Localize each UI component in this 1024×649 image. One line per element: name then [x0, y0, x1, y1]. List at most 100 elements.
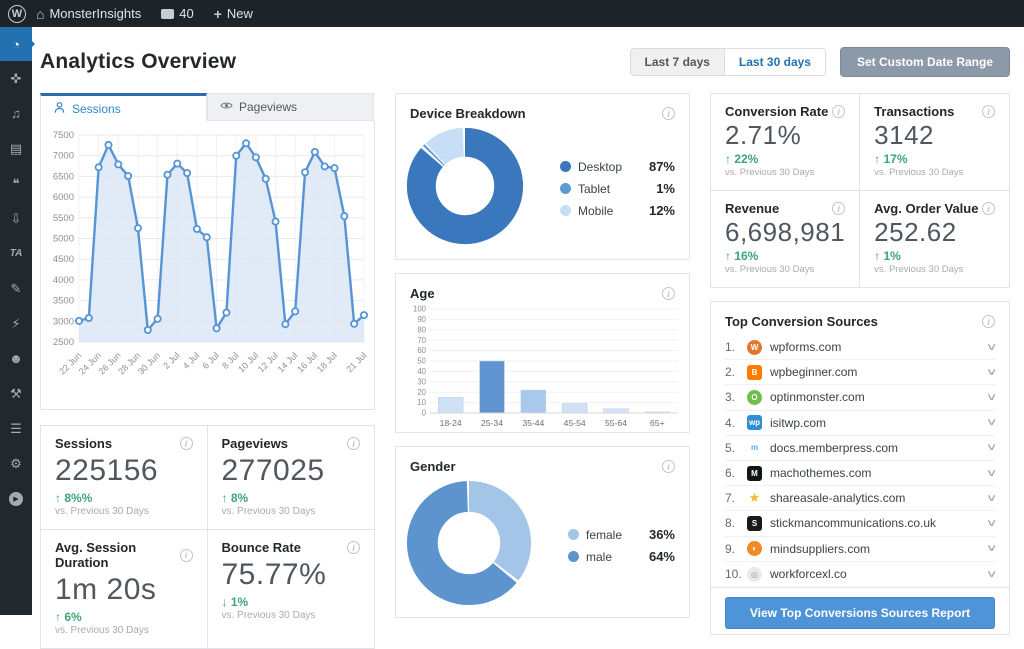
sidebar-item-ta[interactable]: TA: [0, 236, 32, 271]
chevron-down-icon[interactable]: ∨: [985, 468, 997, 479]
legend-item-male: male64%: [568, 549, 675, 564]
info-icon[interactable]: i: [982, 105, 995, 118]
sidebar-item-comments[interactable]: ❝: [0, 166, 32, 201]
chevron-down-icon[interactable]: ∨: [985, 493, 997, 504]
source-rank: 7.: [725, 491, 747, 505]
mindsuppliers-favicon: ◐: [747, 541, 762, 556]
chevron-down-icon[interactable]: ∨: [985, 392, 997, 403]
site-stats-grid: Sessionsi225156↑ 8%%vs. Previous 30 Days…: [40, 425, 375, 649]
legend-dot: [568, 551, 579, 562]
source-row[interactable]: 2.Bwpbeginner.com∨: [725, 360, 995, 385]
source-row[interactable]: 1.Wwpforms.com∨: [725, 335, 995, 360]
eye-icon: [220, 99, 233, 115]
sidebar-item-addons[interactable]: ⚙: [0, 446, 32, 481]
svg-text:18 Jul: 18 Jul: [315, 350, 339, 374]
info-icon[interactable]: i: [662, 107, 675, 120]
source-row[interactable]: 4.wpisitwp.com∨: [725, 411, 995, 436]
chevron-down-icon[interactable]: ∨: [985, 342, 997, 353]
stat-value: 252.62: [874, 217, 995, 248]
source-rank: 4.: [725, 416, 747, 430]
site-label: MonsterInsights: [49, 6, 141, 21]
info-icon[interactable]: i: [662, 460, 675, 473]
age-title: Age: [410, 286, 435, 301]
info-icon[interactable]: i: [662, 287, 675, 300]
source-row[interactable]: 5.mdocs.memberpress.com∨: [725, 436, 995, 461]
svg-text:10 Jul: 10 Jul: [236, 350, 260, 374]
sidebar-item-pages[interactable]: ▤: [0, 131, 32, 166]
admin-bar-site[interactable]: ⌂ MonsterInsights: [26, 0, 151, 27]
tab-pageviews[interactable]: Pageviews: [207, 93, 374, 121]
info-icon[interactable]: i: [180, 437, 193, 450]
tab-sessions[interactable]: Sessions: [40, 93, 207, 121]
sidebar-item-plugins[interactable]: ⚡: [0, 306, 32, 341]
users-icon: ☻: [9, 351, 23, 366]
wpforms-favicon: W: [747, 340, 762, 355]
chevron-down-icon[interactable]: ∨: [985, 569, 997, 580]
sidebar-item-users[interactable]: ☻: [0, 341, 32, 376]
svg-text:60: 60: [417, 346, 426, 355]
source-rank: 6.: [725, 466, 747, 480]
info-icon[interactable]: i: [347, 541, 360, 554]
svg-text:2 Jul: 2 Jul: [161, 350, 182, 371]
docs-favicon: m: [747, 440, 762, 455]
chevron-down-icon[interactable]: ∨: [985, 518, 997, 529]
top-conversion-sources-title: Top Conversion Sources: [725, 314, 878, 329]
admin-bar-comments[interactable]: 40: [151, 0, 203, 27]
svg-text:18-24: 18-24: [440, 418, 462, 428]
sidebar-item-media[interactable]: ♫: [0, 96, 32, 131]
stat-trend: ↑ 8%: [222, 491, 361, 505]
stat-card-pageviews: Pageviewsi277025↑ 8%vs. Previous 30 Days: [208, 426, 375, 530]
chevron-down-icon[interactable]: ∨: [985, 543, 997, 554]
legend-item-tablet: Tablet1%: [560, 181, 675, 196]
sidebar-item-settings[interactable]: ☰: [0, 411, 32, 446]
chevron-down-icon[interactable]: ∨: [985, 367, 997, 378]
gender-panel: Gender i female36%male64%: [395, 446, 690, 618]
monsterinsights-dashboard-icon: ◔: [12, 37, 20, 52]
gender-donut-chart: [406, 480, 532, 611]
conversion-sources-list: 1.Wwpforms.com∨2.Bwpbeginner.com∨3.Oopti…: [711, 333, 1009, 587]
plugins-icon: ⚡: [11, 316, 20, 332]
svg-text:5000: 5000: [53, 234, 74, 245]
info-icon[interactable]: i: [832, 105, 845, 118]
plus-icon: +: [214, 6, 222, 22]
legend-value: 36%: [649, 527, 675, 542]
source-row[interactable]: 8.Sstickmancommunications.co.uk∨: [725, 511, 995, 536]
sidebar-item-updates[interactable]: ⇩: [0, 201, 32, 236]
range-button-last-7-days[interactable]: Last 7 days: [631, 49, 725, 75]
source-row[interactable]: 3.Ooptinmonster.com∨: [725, 385, 995, 410]
wordpress-logo-icon[interactable]: W: [8, 5, 26, 23]
source-row[interactable]: 9.◐mindsuppliers.com∨: [725, 537, 995, 562]
page-title: Analytics Overview: [40, 50, 236, 74]
info-icon[interactable]: i: [982, 202, 995, 215]
traffic-tabs: Sessions Pageviews: [40, 93, 375, 121]
sidebar-item-tools[interactable]: ⚒: [0, 376, 32, 411]
svg-text:3500: 3500: [53, 296, 74, 307]
chevron-down-icon[interactable]: ∨: [985, 417, 997, 428]
stat-compare-label: vs. Previous 30 Days: [725, 167, 845, 178]
admin-bar-new[interactable]: + New: [204, 0, 263, 27]
sidebar-item-posts[interactable]: ✜: [0, 61, 32, 96]
range-button-last-30-days[interactable]: Last 30 days: [725, 49, 825, 75]
stat-value: 3142: [874, 120, 995, 151]
sidebar-item-appearance[interactable]: ✎: [0, 271, 32, 306]
machothemes-favicon: M: [747, 466, 762, 481]
sidebar-item-monsterinsights-dashboard[interactable]: ◔: [0, 27, 32, 61]
source-row[interactable]: 10.◎workforcexl.co∨: [725, 562, 995, 587]
info-icon[interactable]: i: [832, 202, 845, 215]
tab-label: Pageviews: [239, 100, 297, 114]
info-icon[interactable]: i: [180, 549, 193, 562]
set-custom-date-range-button[interactable]: Set Custom Date Range: [840, 47, 1010, 77]
source-row[interactable]: 6.Mmachothemes.com∨: [725, 461, 995, 486]
info-icon[interactable]: i: [982, 315, 995, 328]
svg-text:6000: 6000: [53, 192, 74, 203]
stat-trend: ↑ 16%: [725, 249, 845, 263]
view-top-conversions-report-button[interactable]: View Top Conversions Sources Report: [725, 597, 995, 629]
sidebar-item-video[interactable]: ▶: [0, 481, 32, 516]
source-domain: mindsuppliers.com: [770, 542, 870, 556]
info-icon[interactable]: i: [347, 437, 360, 450]
svg-text:30: 30: [417, 377, 426, 386]
settings-icon: ☰: [10, 421, 22, 437]
source-row[interactable]: 7.★shareasale-analytics.com∨: [725, 486, 995, 511]
isitwp-favicon: wp: [747, 415, 762, 430]
chevron-down-icon[interactable]: ∨: [985, 442, 997, 453]
